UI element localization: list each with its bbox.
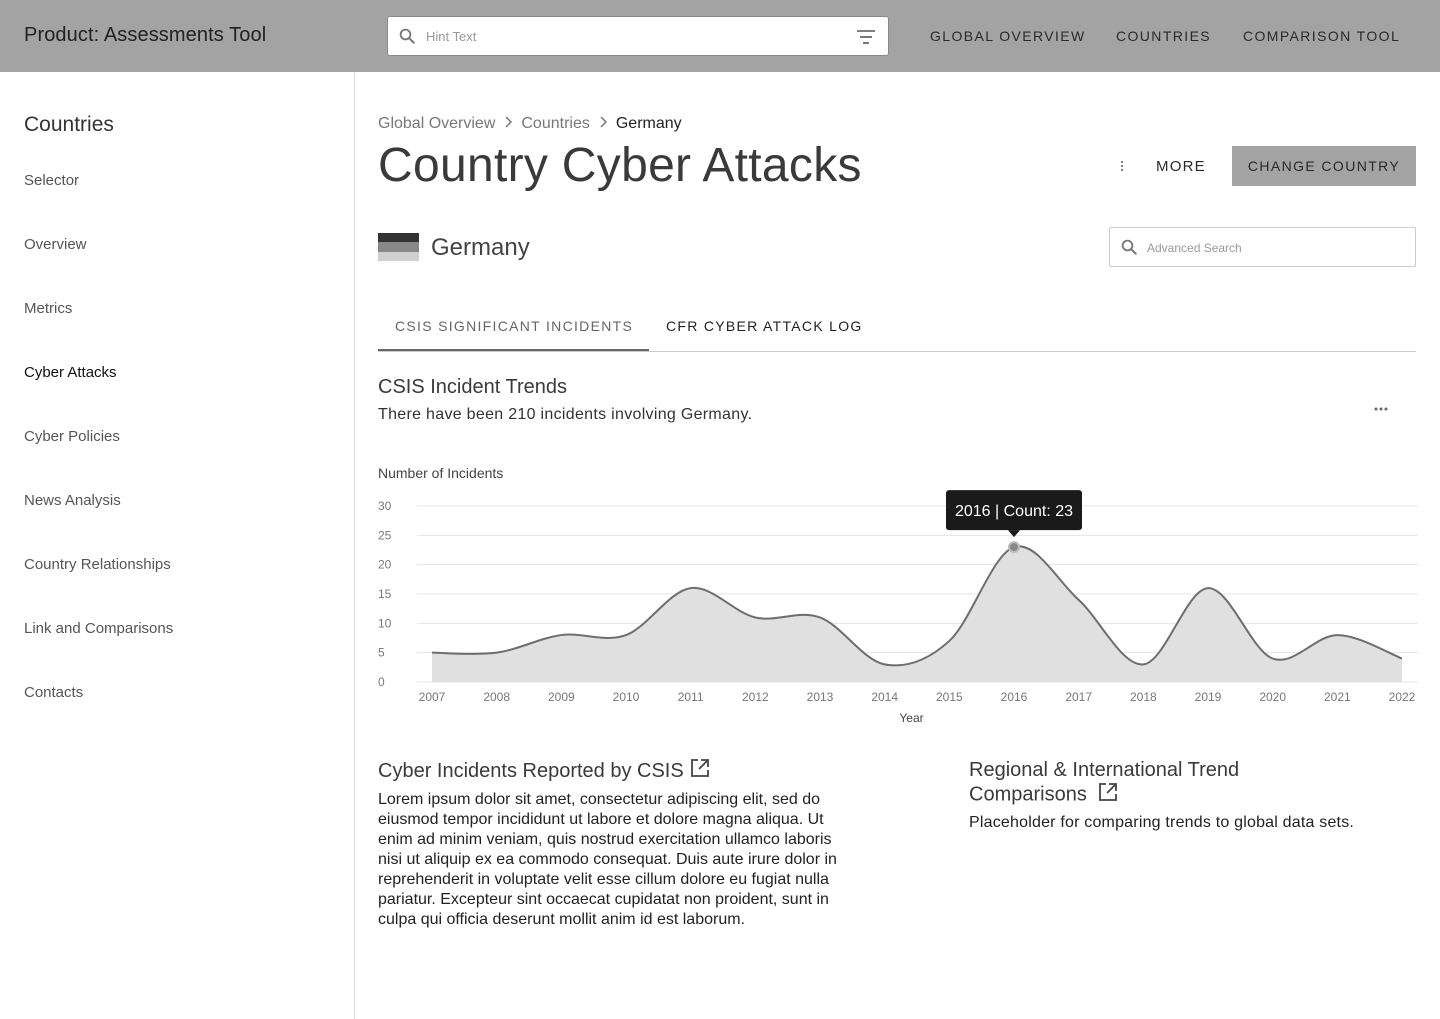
x-tick-label: 2012 xyxy=(742,690,769,704)
regional-section-title: Regional & International Trend Compariso… xyxy=(969,758,1309,808)
tooltip-text: 2016 | Count: 23 xyxy=(955,503,1073,520)
external-link-icon[interactable] xyxy=(1098,782,1118,808)
x-tick-label: 2019 xyxy=(1195,690,1222,704)
trends-subtitle: There have been 210 incidents involving … xyxy=(378,406,753,423)
active-tab-indicator xyxy=(378,349,649,351)
change-country-button[interactable]: CHANGE COUNTRY xyxy=(1232,146,1416,186)
x-tick-label: 2022 xyxy=(1389,690,1416,704)
y-tick-label: 25 xyxy=(378,528,392,542)
x-tick-label: 2021 xyxy=(1324,690,1351,704)
regional-section-body: Placeholder for comparing trends to glob… xyxy=(969,814,1355,831)
tab-bar: CSIS SIGNIFICANT INCIDENTS CFR CYBER ATT… xyxy=(378,298,1416,352)
breadcrumb: Global Overview Countries Germany xyxy=(378,115,682,133)
tab-csis-significant-incidents[interactable]: CSIS SIGNIFICANT INCIDENTS xyxy=(395,318,633,334)
x-tick-label: 2013 xyxy=(807,690,834,704)
germany-flag-icon xyxy=(378,233,419,261)
incident-trends-chart: Number of Incidents 0 5 10 15 20 25 30 2007 2008 2… xyxy=(378,462,1420,732)
x-tick-label: 2018 xyxy=(1130,690,1157,704)
advanced-search[interactable]: Advanced Search xyxy=(1109,227,1416,267)
x-tick-label: 2011 xyxy=(678,690,704,704)
search-icon xyxy=(398,27,416,50)
y-tick-label: 5 xyxy=(378,646,385,660)
y-tick-label: 20 xyxy=(378,558,392,572)
x-tick-label: 2010 xyxy=(613,690,640,704)
top-app-bar: Product: Assessments Tool Hint Text GLOB… xyxy=(0,0,1440,72)
x-axis-label: Year xyxy=(899,711,923,725)
csis-section-title-text: Cyber Incidents Reported by CSIS xyxy=(378,759,684,782)
x-tick-label: 2007 xyxy=(419,690,446,704)
y-tick-label: 15 xyxy=(378,587,392,601)
chevron-right-icon xyxy=(503,115,513,133)
y-tick-label: 30 xyxy=(378,499,392,513)
sidebar-item-metrics[interactable]: Metrics xyxy=(24,300,72,317)
tab-cfr-cyber-attack-log[interactable]: CFR CYBER ATTACK LOG xyxy=(666,318,863,334)
nav-global-overview[interactable]: GLOBAL OVERVIEW xyxy=(930,28,1086,44)
chevron-right-icon xyxy=(598,115,608,133)
breadcrumb-global-overview[interactable]: Global Overview xyxy=(378,115,495,133)
chart-svg: Number of Incidents 0 5 10 15 20 25 30 2007 2008 2… xyxy=(378,465,1418,725)
search-input[interactable]: Hint Text xyxy=(426,29,476,44)
highlight-point xyxy=(1008,541,1020,554)
x-tick-label: 2009 xyxy=(548,690,575,704)
y-tick-label: 0 xyxy=(378,675,385,689)
sidebar-item-cyber-policies[interactable]: Cyber Policies xyxy=(24,428,120,445)
nav-comparison-tool[interactable]: COMPARISON TOOL xyxy=(1243,28,1400,44)
search-icon xyxy=(1120,238,1138,261)
nav-countries[interactable]: COUNTRIES xyxy=(1116,28,1211,44)
page-title: Country Cyber Attacks xyxy=(378,139,862,192)
sidebar-item-cyber-attacks[interactable]: Cyber Attacks xyxy=(24,364,117,381)
y-axis-label: Number of Incidents xyxy=(378,465,503,481)
sidebar-item-link-and-comparisons[interactable]: Link and Comparisons xyxy=(24,620,173,637)
x-tick-label: 2008 xyxy=(483,690,510,704)
sidebar-item-news-analysis[interactable]: News Analysis xyxy=(24,492,121,509)
more-button[interactable]: MORE xyxy=(1156,158,1206,175)
sidebar-item-country-relationships[interactable]: Country Relationships xyxy=(24,556,171,573)
x-tick-label: 2020 xyxy=(1259,690,1286,704)
advanced-search-input[interactable]: Advanced Search xyxy=(1147,241,1242,255)
filter-icon[interactable] xyxy=(856,29,876,50)
sidebar-title: Countries xyxy=(24,113,114,136)
more-horizontal-icon[interactable] xyxy=(1374,398,1388,416)
country-name: Germany xyxy=(431,234,530,261)
app-title: Product: Assessments Tool xyxy=(24,24,267,46)
trends-title: CSIS Incident Trends xyxy=(378,376,567,398)
global-search[interactable]: Hint Text xyxy=(387,16,889,56)
external-link-icon[interactable] xyxy=(690,758,710,784)
main-content: Global Overview Countries Germany Countr… xyxy=(378,72,1418,1019)
csis-section-body: Lorem ipsum dolor sit amet, consectetur … xyxy=(378,791,837,928)
sidebar: Countries Selector Overview Metrics Cybe… xyxy=(0,72,355,1019)
csis-section-title: Cyber Incidents Reported by CSIS xyxy=(378,758,710,784)
sidebar-item-overview[interactable]: Overview xyxy=(24,236,87,253)
x-tick-label: 2016 xyxy=(1001,690,1028,704)
breadcrumb-countries[interactable]: Countries xyxy=(521,115,589,133)
breadcrumb-current: Germany xyxy=(615,115,682,132)
sidebar-item-contacts[interactable]: Contacts xyxy=(24,684,83,701)
x-tick-label: 2015 xyxy=(936,690,963,704)
y-tick-label: 10 xyxy=(378,616,392,630)
kebab-menu-icon[interactable] xyxy=(1118,159,1126,173)
x-tick-label: 2014 xyxy=(871,690,898,704)
tooltip-arrow xyxy=(1008,530,1020,538)
x-tick-label: 2017 xyxy=(1065,690,1092,704)
sidebar-item-selector[interactable]: Selector xyxy=(24,172,79,189)
